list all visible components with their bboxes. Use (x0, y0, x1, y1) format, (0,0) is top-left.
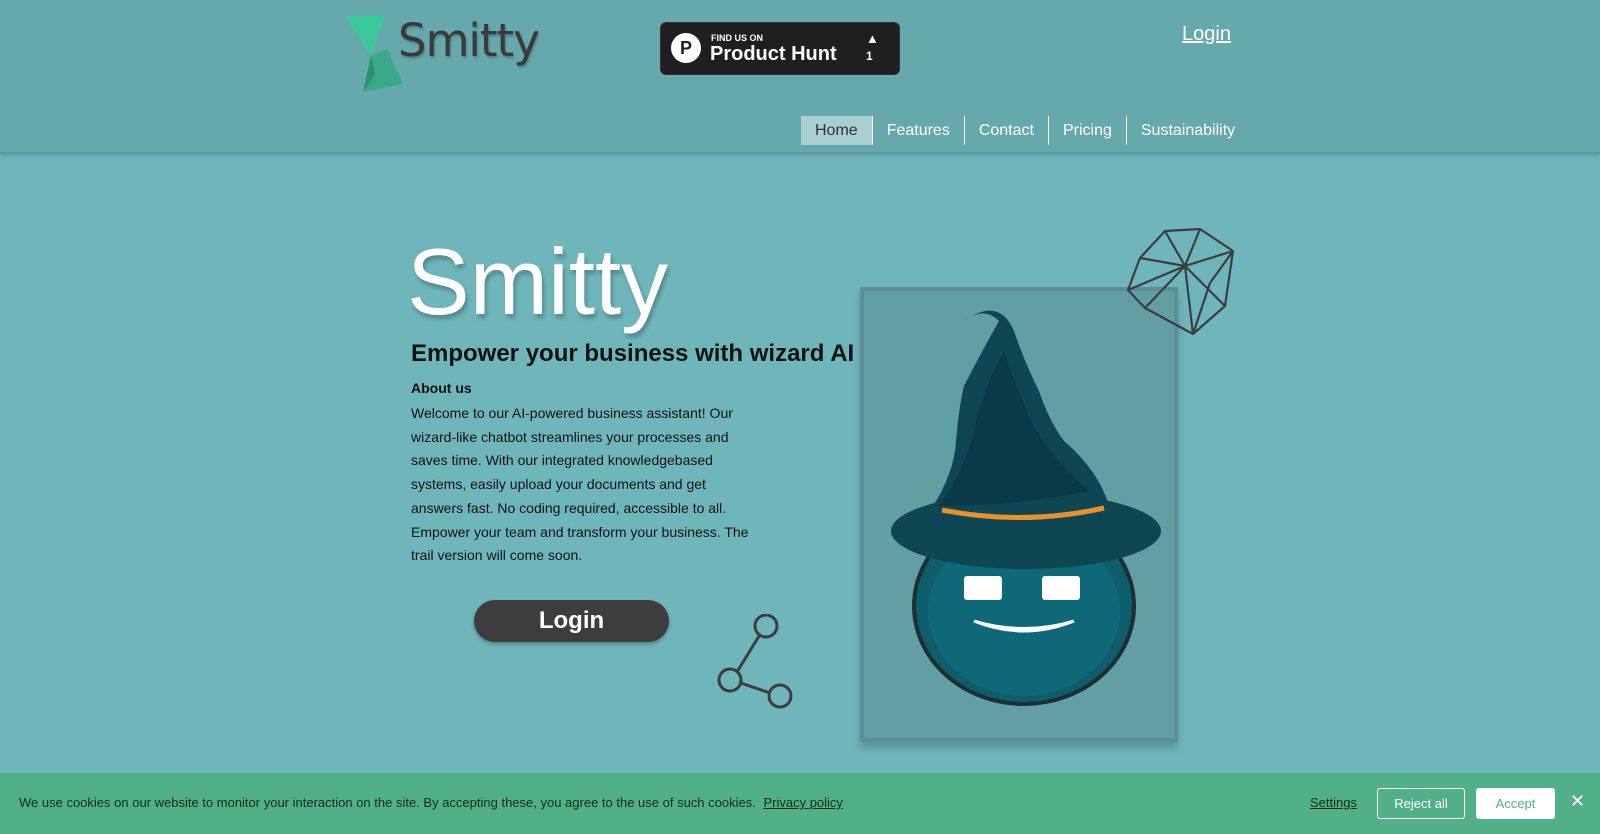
about-heading: About us (411, 380, 472, 396)
share-icon (717, 614, 793, 709)
wizard-icon (891, 310, 1161, 706)
nav-item-features[interactable]: Features (871, 116, 964, 145)
cookie-text: We use cookies on our website to monitor… (19, 795, 843, 810)
hero-login-button[interactable]: Login (474, 600, 669, 642)
reject-all-button[interactable]: Reject all (1377, 788, 1465, 819)
site-header: Smitty P FIND US ON Product Hunt ▲ 1 Log… (0, 0, 1600, 154)
cookie-banner: We use cookies on our website to monitor… (0, 773, 1600, 834)
product-hunt-caption: FIND US ON (711, 33, 764, 43)
product-hunt-icon: P (671, 33, 701, 63)
nav-item-pricing[interactable]: Pricing (1047, 116, 1126, 145)
hero-tagline: Empower your business with wizard AI (411, 340, 855, 367)
cookie-settings-link[interactable]: Settings (1310, 795, 1357, 810)
product-hunt-badge[interactable]: P FIND US ON Product Hunt ▲ 1 (660, 22, 900, 75)
about-text: Welcome to our AI-powered business assis… (411, 405, 749, 564)
privacy-policy-link[interactable]: Privacy policy (763, 795, 842, 810)
main-nav: Home Features Contact Pricing Sustainabi… (801, 116, 1249, 145)
header-login-link[interactable]: Login (1182, 23, 1231, 46)
upvote-count: 1 (866, 49, 873, 63)
accept-button[interactable]: Accept (1476, 788, 1555, 819)
smitty-logo[interactable]: Smitty (345, 14, 540, 94)
nav-item-sustainability[interactable]: Sustainability (1125, 116, 1249, 145)
nav-item-home[interactable]: Home (801, 116, 872, 145)
wizard-card (860, 287, 1178, 742)
cookie-message: We use cookies on our website to monitor… (19, 795, 756, 810)
hero-title: Smitty (407, 229, 669, 334)
upvote-arrow-icon: ▲ (866, 31, 879, 46)
nav-item-contact[interactable]: Contact (963, 116, 1048, 145)
product-hunt-title: Product Hunt (710, 43, 837, 65)
close-icon[interactable]: ✕ (1570, 791, 1585, 811)
logo-wordmark: Smitty (398, 14, 540, 67)
gem-icon (1126, 228, 1235, 336)
